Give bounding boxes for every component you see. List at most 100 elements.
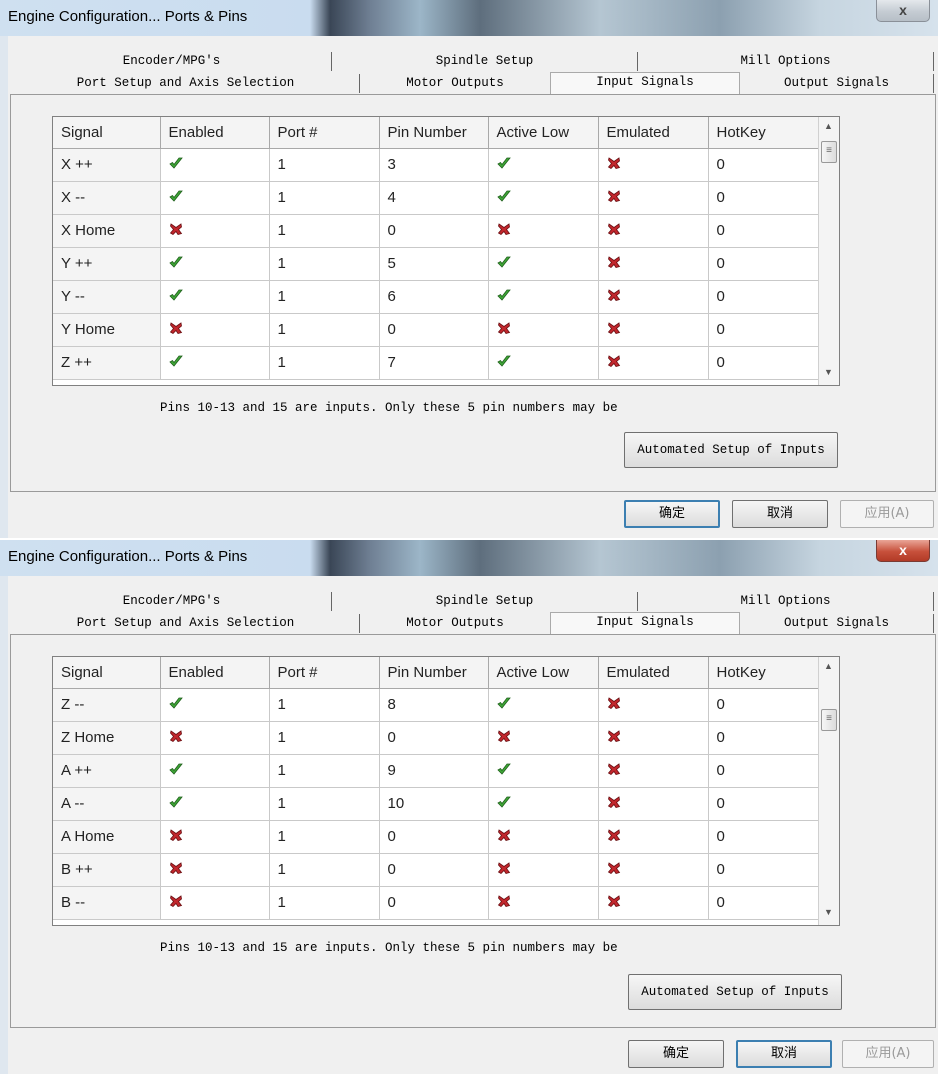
emulated-cell[interactable] xyxy=(598,886,709,920)
tab-mill-options[interactable]: Mill Options xyxy=(638,592,934,611)
automated-setup-button[interactable]: Automated Setup of Inputs xyxy=(628,974,842,1010)
table-row[interactable]: Z ++ 1 7 0 xyxy=(53,346,819,380)
enabled-cell[interactable] xyxy=(160,820,270,854)
hotkey-cell[interactable]: 0 xyxy=(708,148,819,182)
tab-mill-options[interactable]: Mill Options xyxy=(638,52,934,71)
port-cell[interactable]: 1 xyxy=(269,688,380,722)
tab-spindle-setup[interactable]: Spindle Setup xyxy=(332,592,638,611)
enabled-cell[interactable] xyxy=(160,280,270,314)
close-button[interactable]: x xyxy=(876,540,930,562)
port-cell[interactable]: 1 xyxy=(269,214,380,248)
signal-cell[interactable]: X -- xyxy=(53,181,161,215)
active-low-cell[interactable] xyxy=(488,721,599,755)
active-low-cell[interactable] xyxy=(488,181,599,215)
ok-button[interactable]: 确定 xyxy=(624,500,720,528)
port-cell[interactable]: 1 xyxy=(269,181,380,215)
port-cell[interactable]: 1 xyxy=(269,853,380,887)
active-low-cell[interactable] xyxy=(488,820,599,854)
table-row[interactable]: X -- 1 4 0 xyxy=(53,181,819,215)
active-low-cell[interactable] xyxy=(488,313,599,347)
apply-button[interactable]: 应用(A) xyxy=(842,1040,934,1068)
active-low-cell[interactable] xyxy=(488,346,599,380)
port-cell[interactable]: 1 xyxy=(269,280,380,314)
port-cell[interactable]: 1 xyxy=(269,247,380,281)
port-cell[interactable]: 1 xyxy=(269,820,380,854)
active-low-cell[interactable] xyxy=(488,247,599,281)
hotkey-cell[interactable]: 0 xyxy=(708,886,819,920)
active-low-cell[interactable] xyxy=(488,754,599,788)
pin-number-cell[interactable]: 0 xyxy=(379,721,489,755)
table-row[interactable]: Z Home 1 0 0 xyxy=(53,721,819,755)
ok-button[interactable]: 确定 xyxy=(628,1040,724,1068)
tab-motor-outputs[interactable]: Motor Outputs xyxy=(360,74,550,93)
tab-output-signals[interactable]: Output Signals xyxy=(740,614,934,633)
table-row[interactable]: A -- 1 10 0 xyxy=(53,787,819,821)
hotkey-cell[interactable]: 0 xyxy=(708,313,819,347)
pin-number-cell[interactable]: 0 xyxy=(379,820,489,854)
close-button[interactable]: x xyxy=(876,0,930,22)
tab-encoder-mpgs[interactable]: Encoder/MPG's xyxy=(12,592,332,611)
active-low-cell[interactable] xyxy=(488,214,599,248)
signal-cell[interactable]: Z Home xyxy=(53,721,161,755)
pin-number-cell[interactable]: 8 xyxy=(379,688,489,722)
hotkey-cell[interactable]: 0 xyxy=(708,820,819,854)
port-cell[interactable]: 1 xyxy=(269,886,380,920)
scroll-thumb[interactable]: ≡ xyxy=(821,141,837,163)
vertical-scrollbar[interactable]: ▲ ≡ ▼ xyxy=(818,117,839,385)
scroll-down-icon[interactable]: ▼ xyxy=(824,907,833,917)
hotkey-cell[interactable]: 0 xyxy=(708,688,819,722)
apply-button[interactable]: 应用(A) xyxy=(840,500,934,528)
enabled-cell[interactable] xyxy=(160,721,270,755)
enabled-cell[interactable] xyxy=(160,346,270,380)
hotkey-cell[interactable]: 0 xyxy=(708,214,819,248)
tab-input-signals[interactable]: Input Signals xyxy=(550,72,740,94)
enabled-cell[interactable] xyxy=(160,148,270,182)
emulated-cell[interactable] xyxy=(598,754,709,788)
signal-cell[interactable]: Y -- xyxy=(53,280,161,314)
enabled-cell[interactable] xyxy=(160,214,270,248)
signal-cell[interactable]: A ++ xyxy=(53,754,161,788)
scroll-up-icon[interactable]: ▲ xyxy=(824,661,833,671)
port-cell[interactable]: 1 xyxy=(269,313,380,347)
pin-number-cell[interactable]: 9 xyxy=(379,754,489,788)
enabled-cell[interactable] xyxy=(160,313,270,347)
table-row[interactable]: X Home 1 0 0 xyxy=(53,214,819,248)
hotkey-cell[interactable]: 0 xyxy=(708,853,819,887)
emulated-cell[interactable] xyxy=(598,148,709,182)
tab-encoder-mpgs[interactable]: Encoder/MPG's xyxy=(12,52,332,71)
scroll-thumb[interactable]: ≡ xyxy=(821,709,837,731)
signal-cell[interactable]: Y Home xyxy=(53,313,161,347)
hotkey-cell[interactable]: 0 xyxy=(708,721,819,755)
emulated-cell[interactable] xyxy=(598,313,709,347)
hotkey-cell[interactable]: 0 xyxy=(708,754,819,788)
emulated-cell[interactable] xyxy=(598,688,709,722)
hotkey-cell[interactable]: 0 xyxy=(708,247,819,281)
emulated-cell[interactable] xyxy=(598,247,709,281)
tab-spindle-setup[interactable]: Spindle Setup xyxy=(332,52,638,71)
emulated-cell[interactable] xyxy=(598,853,709,887)
pin-number-cell[interactable]: 0 xyxy=(379,214,489,248)
enabled-cell[interactable] xyxy=(160,853,270,887)
table-row[interactable]: B -- 1 0 0 xyxy=(53,886,819,920)
signal-cell[interactable]: X Home xyxy=(53,214,161,248)
scroll-down-icon[interactable]: ▼ xyxy=(824,367,833,377)
signal-cell[interactable]: A Home xyxy=(53,820,161,854)
hotkey-cell[interactable]: 0 xyxy=(708,181,819,215)
port-cell[interactable]: 1 xyxy=(269,721,380,755)
tab-port-setup[interactable]: Port Setup and Axis Selection xyxy=(12,74,360,93)
cancel-button[interactable]: 取消 xyxy=(732,500,828,528)
enabled-cell[interactable] xyxy=(160,787,270,821)
enabled-cell[interactable] xyxy=(160,754,270,788)
emulated-cell[interactable] xyxy=(598,181,709,215)
signal-cell[interactable]: B ++ xyxy=(53,853,161,887)
automated-setup-button[interactable]: Automated Setup of Inputs xyxy=(624,432,838,468)
enabled-cell[interactable] xyxy=(160,181,270,215)
table-row[interactable]: Y ++ 1 5 0 xyxy=(53,247,819,281)
table-row[interactable]: A Home 1 0 0 xyxy=(53,820,819,854)
active-low-cell[interactable] xyxy=(488,148,599,182)
hotkey-cell[interactable]: 0 xyxy=(708,346,819,380)
vertical-scrollbar[interactable]: ▲ ≡ ▼ xyxy=(818,657,839,925)
pin-number-cell[interactable]: 7 xyxy=(379,346,489,380)
scroll-up-icon[interactable]: ▲ xyxy=(824,121,833,131)
pin-number-cell[interactable]: 0 xyxy=(379,313,489,347)
